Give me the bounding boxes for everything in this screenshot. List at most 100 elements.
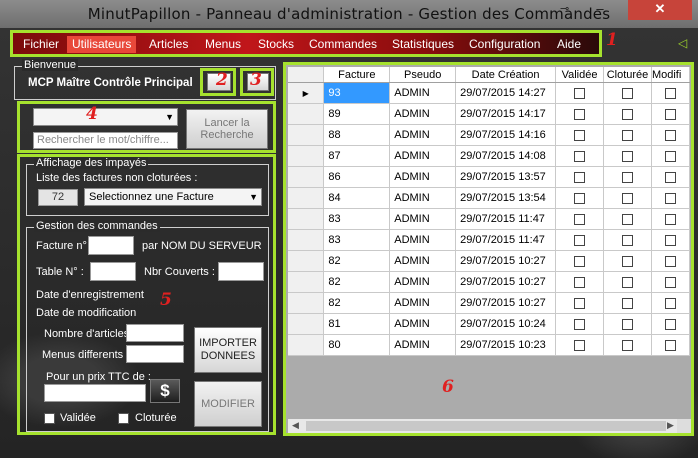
horizontal-scrollbar[interactable]: ◀ ▶: [288, 419, 677, 433]
cell-date[interactable]: 29/07/2015 14:08: [455, 145, 557, 167]
table-row[interactable]: 81 ADMIN 29/07/2015 10:24: [288, 313, 690, 335]
invoice-number-field[interactable]: [88, 236, 134, 255]
cell-date[interactable]: 29/07/2015 10:27: [455, 271, 557, 293]
table-row[interactable]: 83 ADMIN 29/07/2015 11:47: [288, 229, 690, 251]
menu-articles[interactable]: Articles: [144, 36, 193, 53]
cell-pseudo[interactable]: ADMIN: [389, 82, 457, 104]
cell-cloturee-checkbox[interactable]: [621, 171, 633, 183]
cell-validee-checkbox[interactable]: [574, 276, 586, 288]
validated-checkbox[interactable]: [44, 413, 55, 424]
cell-cloturee-checkbox[interactable]: [621, 129, 633, 141]
cell-pseudo[interactable]: ADMIN: [389, 292, 457, 314]
cell-cloturee-checkbox[interactable]: [621, 150, 633, 162]
cell-pseudo[interactable]: ADMIN: [389, 187, 457, 209]
cell-modifiee-checkbox[interactable]: [664, 255, 676, 267]
cell-pseudo[interactable]: ADMIN: [389, 271, 457, 293]
cell-date[interactable]: 29/07/2015 13:57: [455, 166, 557, 188]
cell-validee-checkbox[interactable]: [574, 213, 586, 225]
pin-icon[interactable]: ⊸: [560, 2, 569, 15]
menus-count-field[interactable]: [126, 345, 184, 363]
scroll-left-icon[interactable]: ◀: [292, 420, 299, 431]
column-header-cloturee[interactable]: Cloturée: [603, 67, 652, 83]
cell-date[interactable]: 29/07/2015 13:54: [455, 187, 557, 209]
cell-cloturee-checkbox[interactable]: [621, 87, 633, 99]
row-header[interactable]: [288, 229, 325, 251]
cell-cloturee-checkbox[interactable]: [621, 234, 633, 246]
cell-pseudo[interactable]: ADMIN: [389, 166, 457, 188]
cell-pseudo[interactable]: ADMIN: [389, 145, 457, 167]
cell-cloturee-checkbox[interactable]: [621, 213, 633, 225]
cell-facture[interactable]: 82: [323, 250, 391, 272]
cell-modifiee-checkbox[interactable]: [664, 171, 676, 183]
menu-stocks[interactable]: Stocks: [253, 36, 299, 53]
cell-facture[interactable]: 84: [323, 187, 391, 209]
column-header-modifiee[interactable]: Modifi: [651, 67, 690, 83]
cell-facture[interactable]: 88: [323, 124, 391, 146]
menu-commandes[interactable]: Commandes: [304, 36, 382, 53]
cell-cloturee-checkbox[interactable]: [621, 108, 633, 120]
cell-modifiee-checkbox[interactable]: [664, 297, 676, 309]
cell-pseudo[interactable]: ADMIN: [389, 250, 457, 272]
search-button[interactable]: Lancer la Recherche: [186, 109, 268, 149]
table-row[interactable]: 86 ADMIN 29/07/2015 13:57: [288, 166, 690, 188]
scrollbar-thumb[interactable]: [306, 421, 666, 431]
cell-modifiee-checkbox[interactable]: [664, 234, 676, 246]
closed-checkbox[interactable]: [118, 413, 129, 424]
cell-facture[interactable]: 83: [323, 208, 391, 230]
row-header[interactable]: [288, 124, 325, 146]
column-header-date[interactable]: Date Création: [455, 67, 557, 83]
table-row[interactable]: 89 ADMIN 29/07/2015 14:17: [288, 103, 690, 125]
row-header[interactable]: [288, 166, 325, 188]
cell-modifiee-checkbox[interactable]: [664, 339, 676, 351]
cell-validee-checkbox[interactable]: [574, 192, 586, 204]
cell-date[interactable]: 29/07/2015 10:24: [455, 313, 557, 335]
cell-pseudo[interactable]: ADMIN: [389, 313, 457, 335]
row-header[interactable]: [288, 250, 325, 272]
cell-modifiee-checkbox[interactable]: [664, 318, 676, 330]
cell-facture[interactable]: 89: [323, 103, 391, 125]
cell-cloturee-checkbox[interactable]: [621, 339, 633, 351]
cell-validee-checkbox[interactable]: [574, 318, 586, 330]
cell-date[interactable]: 29/07/2015 10:23: [455, 334, 557, 356]
table-row[interactable]: 83 ADMIN 29/07/2015 11:47: [288, 208, 690, 230]
cell-pseudo[interactable]: ADMIN: [389, 103, 457, 125]
cell-facture[interactable]: 80: [323, 334, 391, 356]
cell-validee-checkbox[interactable]: [574, 234, 586, 246]
table-row[interactable]: ▶ 93 ADMIN 29/07/2015 14:27: [288, 82, 690, 104]
cell-date[interactable]: 29/07/2015 14:16: [455, 124, 557, 146]
menu-configuration[interactable]: Configuration: [464, 36, 545, 53]
column-header-validee[interactable]: Validée: [555, 67, 604, 83]
cell-date[interactable]: 29/07/2015 14:17: [455, 103, 557, 125]
menu-menus[interactable]: Menus: [200, 36, 246, 53]
cell-modifiee-checkbox[interactable]: [664, 108, 676, 120]
cell-pseudo[interactable]: ADMIN: [389, 124, 457, 146]
cell-date[interactable]: 29/07/2015 11:47: [455, 208, 557, 230]
close-button[interactable]: ✕: [628, 0, 692, 20]
cell-modifiee-checkbox[interactable]: [664, 150, 676, 162]
menu-scroll-left-icon[interactable]: ◁: [678, 36, 687, 50]
table-number-field[interactable]: [90, 262, 136, 281]
cell-facture[interactable]: 93: [323, 82, 391, 104]
cell-validee-checkbox[interactable]: [574, 297, 586, 309]
table-row[interactable]: 87 ADMIN 29/07/2015 14:08: [288, 145, 690, 167]
cell-cloturee-checkbox[interactable]: [621, 255, 633, 267]
scroll-right-icon[interactable]: ▶: [667, 420, 674, 431]
column-header-facture[interactable]: Facture: [323, 67, 391, 83]
table-row[interactable]: 82 ADMIN 29/07/2015 10:27: [288, 292, 690, 314]
cell-facture[interactable]: 81: [323, 313, 391, 335]
dollar-button[interactable]: $: [150, 379, 180, 403]
cell-modifiee-checkbox[interactable]: [664, 213, 676, 225]
row-header[interactable]: [288, 103, 325, 125]
table-row[interactable]: 84 ADMIN 29/07/2015 13:54: [288, 187, 690, 209]
articles-count-field[interactable]: [126, 324, 184, 342]
row-header[interactable]: ▶: [288, 82, 325, 104]
cell-facture[interactable]: 82: [323, 292, 391, 314]
row-header[interactable]: [288, 145, 325, 167]
import-data-button[interactable]: IMPORTER DONNEES: [194, 327, 262, 373]
cell-date[interactable]: 29/07/2015 10:27: [455, 292, 557, 314]
modify-button[interactable]: MODIFIER: [194, 381, 262, 427]
row-header[interactable]: [288, 271, 325, 293]
cell-validee-checkbox[interactable]: [574, 339, 586, 351]
column-header-pseudo[interactable]: Pseudo: [389, 67, 457, 83]
cell-facture[interactable]: 82: [323, 271, 391, 293]
